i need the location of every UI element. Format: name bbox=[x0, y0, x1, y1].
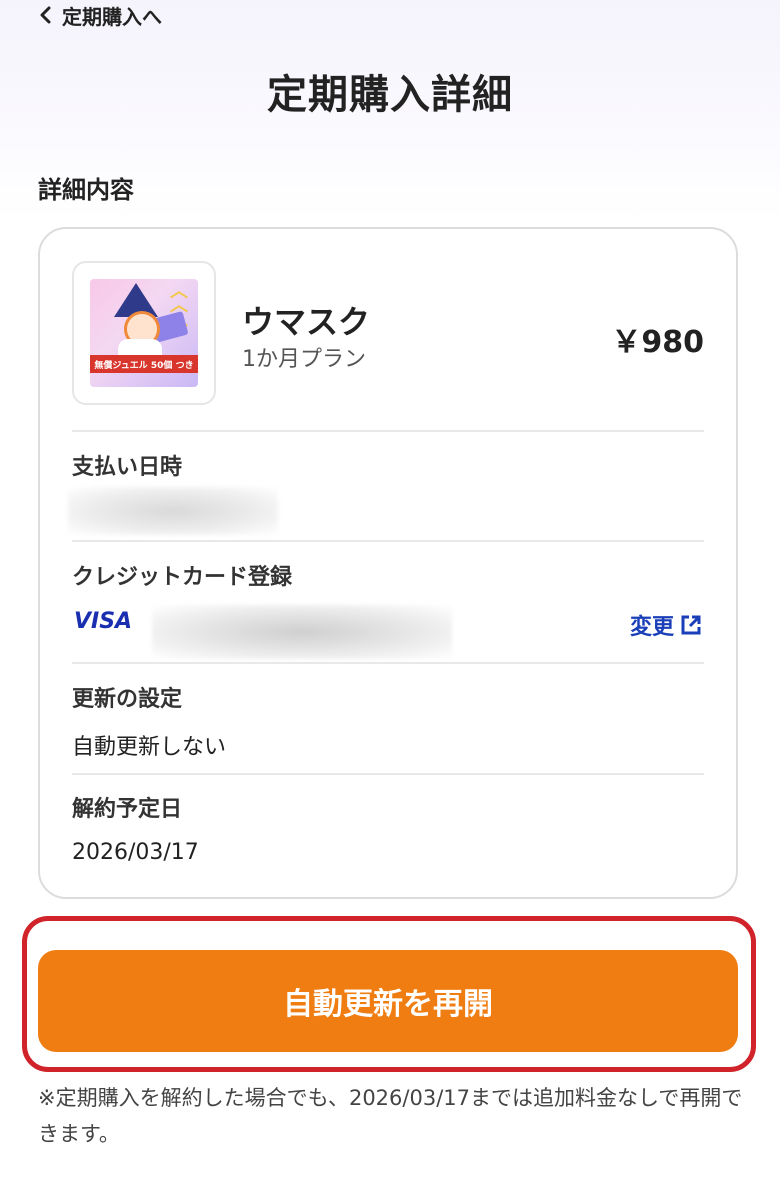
thumbnail-banner: 無償ジュエル 50個 つき bbox=[90, 355, 198, 373]
page-title: 定期購入詳細 bbox=[267, 72, 513, 118]
product-name: ウマスク bbox=[242, 303, 371, 341]
renewal-setting-label: 更新の設定 bbox=[72, 687, 183, 712]
change-card-link[interactable]: 変更 bbox=[630, 609, 702, 641]
back-link-label: 定期購入へ bbox=[62, 4, 162, 29]
payment-datetime-label: 支払い日時 bbox=[72, 455, 183, 480]
chevron-left-icon bbox=[40, 6, 51, 24]
credit-card-label: クレジットカード登録 bbox=[72, 565, 293, 590]
divider bbox=[72, 773, 704, 775]
redacted-card-number bbox=[152, 605, 452, 659]
divider bbox=[72, 662, 704, 664]
product-row: ︿︿︿ 無償ジュエル 50個 つき ウマスク 1か月プラン ￥980 bbox=[72, 261, 704, 407]
external-link-icon bbox=[681, 615, 701, 635]
detail-card: ︿︿︿ 無償ジュエル 50個 つき ウマスク 1か月プラン ￥980 支払い日時… bbox=[38, 227, 738, 899]
resume-note: ※定期購入を解約した場合でも、2026/03/17までは追加料金なしで再開できま… bbox=[38, 1086, 743, 1146]
redacted-payment-datetime bbox=[68, 487, 278, 535]
resume-auto-renewal-button[interactable]: 自動更新を再開 bbox=[38, 950, 738, 1052]
change-card-label: 変更 bbox=[629, 615, 674, 640]
product-thumbnail: ︿︿︿ 無償ジュエル 50個 つき bbox=[72, 261, 216, 405]
visa-logo: VISA bbox=[74, 609, 133, 634]
back-link[interactable]: 定期購入へ bbox=[38, 0, 162, 30]
cancel-date-label: 解約予定日 bbox=[72, 797, 183, 822]
product-plan: 1か月プラン bbox=[242, 347, 366, 372]
cancel-date-value: 2026/03/17 bbox=[72, 840, 199, 865]
divider bbox=[72, 540, 704, 542]
product-thumbnail-image: ︿︿︿ 無償ジュエル 50個 つき bbox=[90, 279, 198, 387]
divider bbox=[72, 430, 704, 432]
section-title: 詳細内容 bbox=[38, 176, 134, 204]
product-price: ￥980 bbox=[611, 325, 704, 360]
renewal-setting-value: 自動更新しない bbox=[72, 735, 227, 760]
